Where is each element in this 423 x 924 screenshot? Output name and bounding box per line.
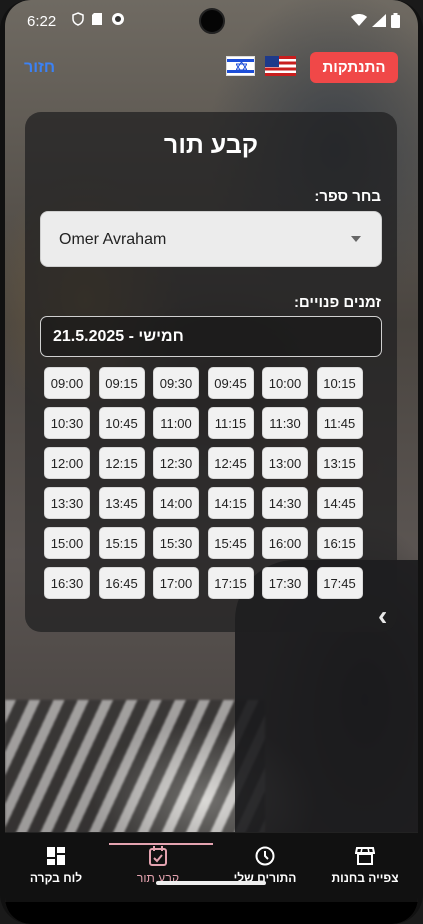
time-slot-button[interactable]: 09:45	[207, 367, 254, 399]
time-slot-button[interactable]: 10:30	[44, 407, 90, 439]
front-camera	[199, 8, 225, 34]
background-photo-stripes	[5, 700, 265, 840]
time-slot-button[interactable]: 14:00	[153, 487, 199, 519]
time-slot-button[interactable]: 11:45	[316, 407, 363, 439]
card-title: קבע תור	[163, 131, 259, 159]
time-slot-button[interactable]: 17:00	[153, 567, 199, 599]
time-slot-button[interactable]: 15:15	[98, 527, 145, 559]
barber-label: בחר ספר:	[314, 188, 381, 205]
available-times-label: זמנים פנויים:	[293, 294, 381, 311]
face-icon	[111, 12, 125, 26]
nav-label-view-shops: צפייה בחנות	[331, 871, 399, 885]
date-picker-value: חמישי - 21.5.2025	[53, 328, 184, 345]
time-slot-button[interactable]: 10:00	[262, 367, 308, 399]
status-time: 6:22	[27, 13, 57, 30]
us-flag-icon[interactable]	[265, 56, 296, 76]
time-slot-button[interactable]: 12:15	[98, 447, 145, 479]
time-slot-button[interactable]: 12:00	[44, 447, 90, 479]
time-slot-button[interactable]: 11:00	[153, 407, 199, 439]
nav-item-view-shops[interactable]: צפייה בחנות	[327, 833, 403, 903]
signal-icon	[372, 14, 386, 31]
time-slot-button[interactable]: 15:00	[44, 527, 90, 559]
time-slot-button[interactable]: 15:45	[207, 527, 254, 559]
chevron-down-icon	[351, 236, 361, 242]
bottom-nav: לוח בקרה קבע תור התורים שלי צפייה בחנות	[5, 832, 418, 902]
time-slot-button[interactable]: 16:15	[316, 527, 363, 559]
time-slot-button[interactable]: 13:00	[262, 447, 308, 479]
time-slot-button[interactable]: 11:15	[207, 407, 254, 439]
storefront-icon	[355, 845, 375, 867]
time-slot-button[interactable]: 09:30	[153, 367, 199, 399]
chevron-left-icon: ‹	[378, 600, 388, 631]
israel-flag-icon[interactable]	[226, 56, 255, 76]
time-slot-button[interactable]: 12:45	[207, 447, 254, 479]
back-link[interactable]: חזור	[24, 59, 55, 77]
nav-item-dashboard[interactable]: לוח בקרה	[21, 833, 91, 903]
time-slot-button[interactable]: 17:15	[207, 567, 254, 599]
time-slot-button[interactable]: 14:15	[207, 487, 254, 519]
shield-icon	[71, 12, 85, 26]
screen: 6:22 חזור התנתקות קבע תור בחר ספר: Omer …	[5, 0, 418, 924]
time-slot-button[interactable]: 14:45	[316, 487, 363, 519]
battery-icon	[391, 13, 400, 32]
status-icons-right	[351, 13, 400, 32]
time-slot-button[interactable]: 14:30	[262, 487, 308, 519]
time-slot-button[interactable]: 10:15	[316, 367, 363, 399]
calendar-check-icon	[149, 845, 167, 867]
bottom-bezel	[5, 902, 418, 924]
logout-button[interactable]: התנתקות	[310, 52, 398, 83]
time-slot-button[interactable]: 10:45	[98, 407, 145, 439]
time-slot-button[interactable]: 17:30	[262, 567, 308, 599]
time-slot-button[interactable]: 09:00	[44, 367, 90, 399]
grid-icon	[47, 845, 65, 867]
nav-item-my-appointments[interactable]: התורים שלי	[225, 833, 305, 903]
time-slot-button[interactable]: 13:30	[44, 487, 90, 519]
time-slot-button[interactable]: 15:30	[153, 527, 199, 559]
booking-card: קבע תור בחר ספר: Omer Avraham זמנים פנוי…	[25, 112, 397, 632]
time-slot-button[interactable]: 16:45	[98, 567, 145, 599]
time-slot-button[interactable]: 09:15	[98, 367, 145, 399]
barber-select-value: Omer Avraham	[59, 231, 167, 248]
home-gesture-handle[interactable]	[156, 881, 266, 885]
time-slot-button[interactable]: 17:45	[316, 567, 363, 599]
wifi-icon	[351, 14, 367, 31]
time-slot-grid: 09:00 09:15 09:30 09:45 10:00 10:15 10:30 10:45…	[44, 367, 374, 599]
time-slot-button[interactable]: 16:30	[44, 567, 90, 599]
nav-label-dashboard: לוח בקרה	[29, 871, 83, 885]
time-slot-button[interactable]: 13:15	[316, 447, 363, 479]
nav-item-book[interactable]: קבע תור	[123, 833, 193, 903]
status-bar: 6:22	[5, 0, 418, 42]
phone-frame: 6:22 חזור התנתקות קבע תור בחר ספר: Omer …	[0, 0, 423, 924]
barber-select[interactable]: Omer Avraham	[40, 211, 382, 267]
date-picker-field[interactable]: חמישי - 21.5.2025	[40, 316, 382, 357]
time-slot-button[interactable]: 11:30	[262, 407, 308, 439]
time-slot-button[interactable]: 13:45	[98, 487, 145, 519]
sd-card-icon	[91, 12, 105, 26]
clock-icon	[255, 845, 275, 867]
time-slot-button[interactable]: 16:00	[262, 527, 308, 559]
time-slot-button[interactable]: 12:30	[153, 447, 199, 479]
status-icons-left	[71, 12, 125, 26]
